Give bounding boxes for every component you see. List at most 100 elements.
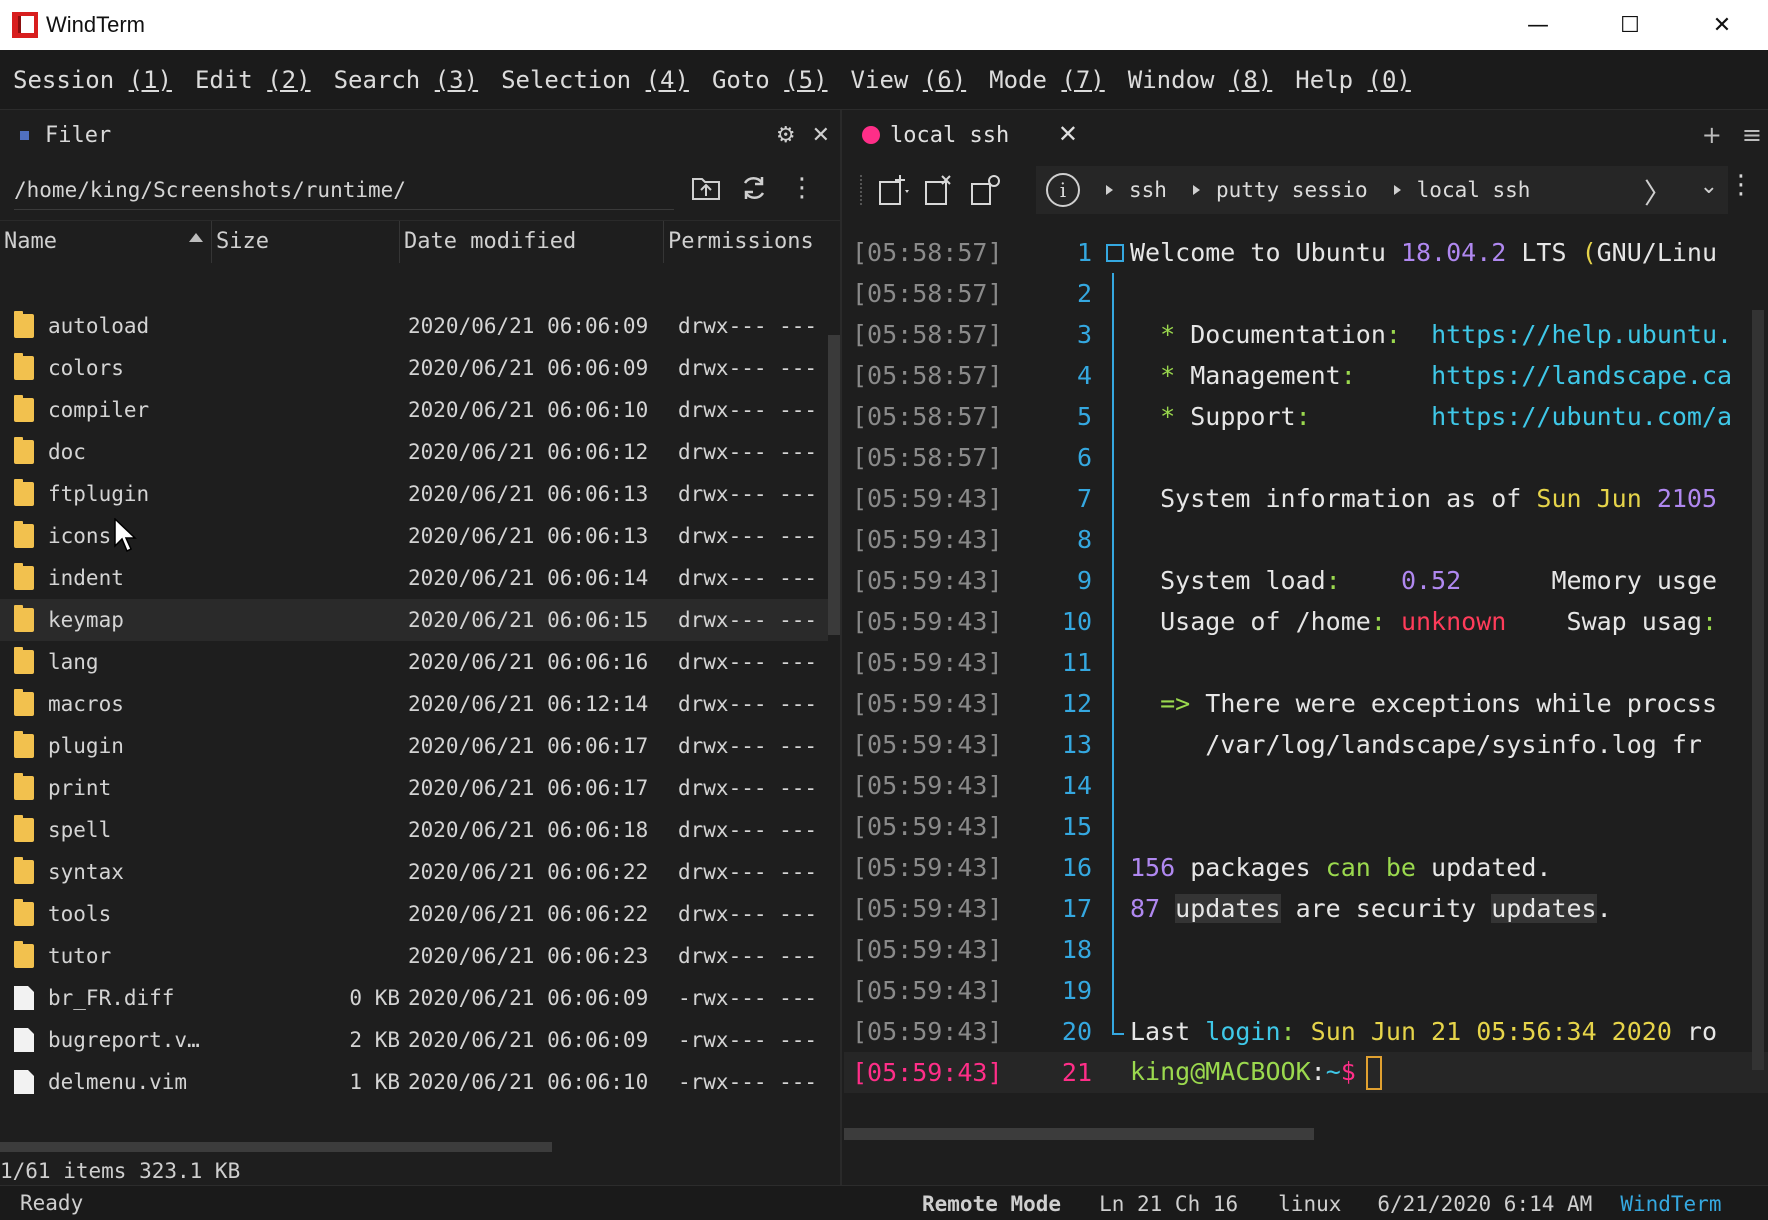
filer-vertical-scrollbar[interactable]: [828, 335, 840, 635]
close-icon[interactable]: ✕: [812, 123, 830, 148]
terminal-line: [05:58:57] 5 * Support: https://ubuntu.co…: [844, 396, 1768, 437]
line-timestamp: [05:59:43]: [852, 853, 1003, 882]
file-row[interactable]: keymap 2020/06/21 06:06:15 drwx--- ---: [0, 599, 828, 641]
menu-item-session[interactable]: Session (1): [13, 66, 172, 94]
file-name: ftplugin: [48, 482, 150, 506]
menu-item-selection[interactable]: Selection (4): [501, 66, 689, 94]
menu-item-goto[interactable]: Goto (5): [712, 66, 828, 94]
filer-horizontal-scrollbar[interactable]: [0, 1142, 552, 1152]
text-segment: :: [1325, 566, 1341, 595]
breadcrumb-item[interactable]: putty sessio: [1216, 178, 1368, 202]
file-name: keymap: [48, 608, 124, 632]
chevron-right-icon[interactable]: 〉: [1644, 172, 1672, 212]
line-number: 4: [1076, 361, 1092, 390]
fold-guide: [1106, 683, 1126, 724]
terminal-line: [05:59:43] 9 System load: 0.52 Memory usg…: [844, 560, 1768, 601]
chevron-down-icon[interactable]: ⌄: [1700, 174, 1718, 199]
terminal-output[interactable]: [05:58:57] 1 Welcome to Ubuntu 18.04.2 LTS…: [844, 232, 1768, 1132]
toolbar-grip-icon[interactable]: [860, 175, 866, 205]
file-row[interactable]: doc.info1 KB2020/06/21 06:06:12-rwx--- -…: [0, 1103, 828, 1105]
file-name: print: [48, 776, 112, 800]
status-mode[interactable]: Remote Mode: [922, 1192, 1061, 1216]
status-os[interactable]: linux: [1278, 1192, 1341, 1216]
folder-icon: [14, 353, 34, 380]
path-input[interactable]: [14, 170, 674, 210]
menu-item-edit[interactable]: Edit (2): [195, 66, 311, 94]
breadcrumb-item[interactable]: ssh: [1129, 178, 1167, 202]
file-row[interactable]: print 2020/06/21 06:06:17 drwx--- ---: [0, 767, 828, 809]
column-header-name[interactable]: Name: [0, 220, 212, 263]
duplicate-session-icon[interactable]: [968, 170, 1004, 210]
file-row[interactable]: lang 2020/06/21 06:06:16 drwx--- ---: [0, 641, 828, 683]
file-row[interactable]: tutor 2020/06/21 06:06:23 drwx--- ---: [0, 935, 828, 977]
file-name: delmenu.vim: [48, 1070, 188, 1094]
file-date: 2020/06/21 06:06:22: [408, 860, 649, 884]
menu-item-view[interactable]: View (6): [851, 66, 967, 94]
file-size: 1 KB: [349, 1070, 400, 1094]
column-header-permissions[interactable]: Permissions: [664, 221, 824, 263]
file-row[interactable]: colors 2020/06/21 06:06:09 drwx--- ---: [0, 347, 828, 389]
file-row[interactable]: macros 2020/06/21 06:12:14 drwx--- ---: [0, 683, 828, 725]
more-vertical-icon[interactable]: ⋮: [1728, 170, 1754, 200]
maximize-button[interactable]: ☐: [1584, 0, 1676, 50]
file-row[interactable]: spell 2020/06/21 06:06:18 drwx--- ---: [0, 809, 828, 851]
close-button[interactable]: ✕: [1676, 0, 1768, 50]
line-number: 18: [1061, 935, 1092, 964]
file-row[interactable]: br_FR.diff 0 KB 2020/06/21 06:06:09 -rwx---…: [0, 977, 828, 1019]
minimize-button[interactable]: —: [1492, 0, 1584, 50]
column-header-size[interactable]: Size: [212, 220, 400, 263]
file-row[interactable]: delmenu.vim 1 KB 2020/06/21 06:06:10 -rwx--…: [0, 1061, 828, 1103]
fold-toggle-icon[interactable]: [1106, 232, 1126, 273]
file-date: 2020/06/21 06:06:10: [408, 398, 649, 422]
tab-close-icon[interactable]: ✕: [1058, 120, 1078, 148]
info-icon[interactable]: i: [1046, 173, 1080, 207]
folder-icon: [14, 311, 34, 338]
new-tab-icon[interactable]: +: [1702, 121, 1722, 149]
file-row[interactable]: doc 2020/06/21 06:06:12 drwx--- ---: [0, 431, 828, 473]
line-timestamp: [05:58:57]: [852, 361, 1003, 390]
file-row[interactable]: tools 2020/06/21 06:06:22 drwx--- ---: [0, 893, 828, 935]
line-text: System load: 0.52 Memory usge: [1126, 566, 1768, 595]
breadcrumb-item[interactable]: local ssh: [1417, 178, 1531, 202]
menu-item-search[interactable]: Search (3): [334, 66, 479, 94]
terminal-line: [05:59:43] 11: [844, 642, 1768, 683]
new-session-icon[interactable]: [876, 170, 912, 210]
fold-guide: [1106, 355, 1126, 396]
window-title: WindTerm: [46, 12, 146, 37]
refresh-icon[interactable]: [738, 170, 770, 206]
gear-icon[interactable]: ⚙: [776, 123, 796, 148]
file-row[interactable]: indent 2020/06/21 06:06:14 drwx--- ---: [0, 557, 828, 599]
column-header-date[interactable]: Date modified: [400, 220, 664, 263]
more-vertical-icon[interactable]: ⋮: [786, 170, 818, 206]
file-name: tools: [48, 902, 112, 926]
file-row[interactable]: plugin 2020/06/21 06:06:17 drwx--- ---: [0, 725, 828, 767]
file-row[interactable]: syntax 2020/06/21 06:06:22 drwx--- ---: [0, 851, 828, 893]
text-segment: [1401, 320, 1431, 349]
file-row[interactable]: compiler 2020/06/21 06:06:10 drwx--- ---: [0, 389, 828, 431]
file-row[interactable]: bugreport.v… 2 KB 2020/06/21 06:06:09 -rwx-…: [0, 1019, 828, 1061]
line-timestamp: [05:59:43]: [852, 935, 1003, 964]
terminal-pane: local ssh ✕ + ≡ i ssh putty sessio local s…: [844, 110, 1768, 1185]
terminal-vertical-scrollbar[interactable]: [1752, 310, 1764, 1070]
line-text: * Documentation: https://help.ubuntu.: [1126, 320, 1768, 349]
menu-icon[interactable]: ≡: [1742, 121, 1762, 149]
file-row[interactable]: ftplugin 2020/06/21 06:06:13 drwx--- ---: [0, 473, 828, 515]
menu-item-window[interactable]: Window (8): [1128, 66, 1273, 94]
file-name: bugreport.v…: [48, 1028, 200, 1052]
window-controls: — ☐ ✕: [1492, 0, 1768, 50]
status-position[interactable]: Ln 21 Ch 16: [1099, 1192, 1238, 1216]
upload-folder-icon[interactable]: [690, 170, 722, 206]
text-segment: There were exceptions while procss: [1205, 689, 1718, 718]
menu-item-mode[interactable]: Mode (7): [989, 66, 1105, 94]
menu-item-help[interactable]: Help (0): [1295, 66, 1411, 94]
file-date: 2020/06/21 06:06:23: [408, 944, 649, 968]
tab-local-ssh[interactable]: local ssh ✕: [844, 110, 1094, 160]
fold-guide: [1106, 847, 1126, 888]
close-session-icon[interactable]: [922, 170, 958, 210]
file-row[interactable]: autoload 2020/06/21 06:06:09 drwx--- ---: [0, 305, 828, 347]
file-date: 2020/06/21 06:06:09: [408, 986, 649, 1010]
status-datetime: 6/21/2020 6:14 AM: [1377, 1191, 1593, 1216]
status-brand[interactable]: WindTerm: [1620, 1192, 1721, 1216]
line-text: Usage of /home: unknown Swap usag:: [1126, 607, 1768, 636]
terminal-horizontal-scrollbar[interactable]: [844, 1128, 1314, 1140]
